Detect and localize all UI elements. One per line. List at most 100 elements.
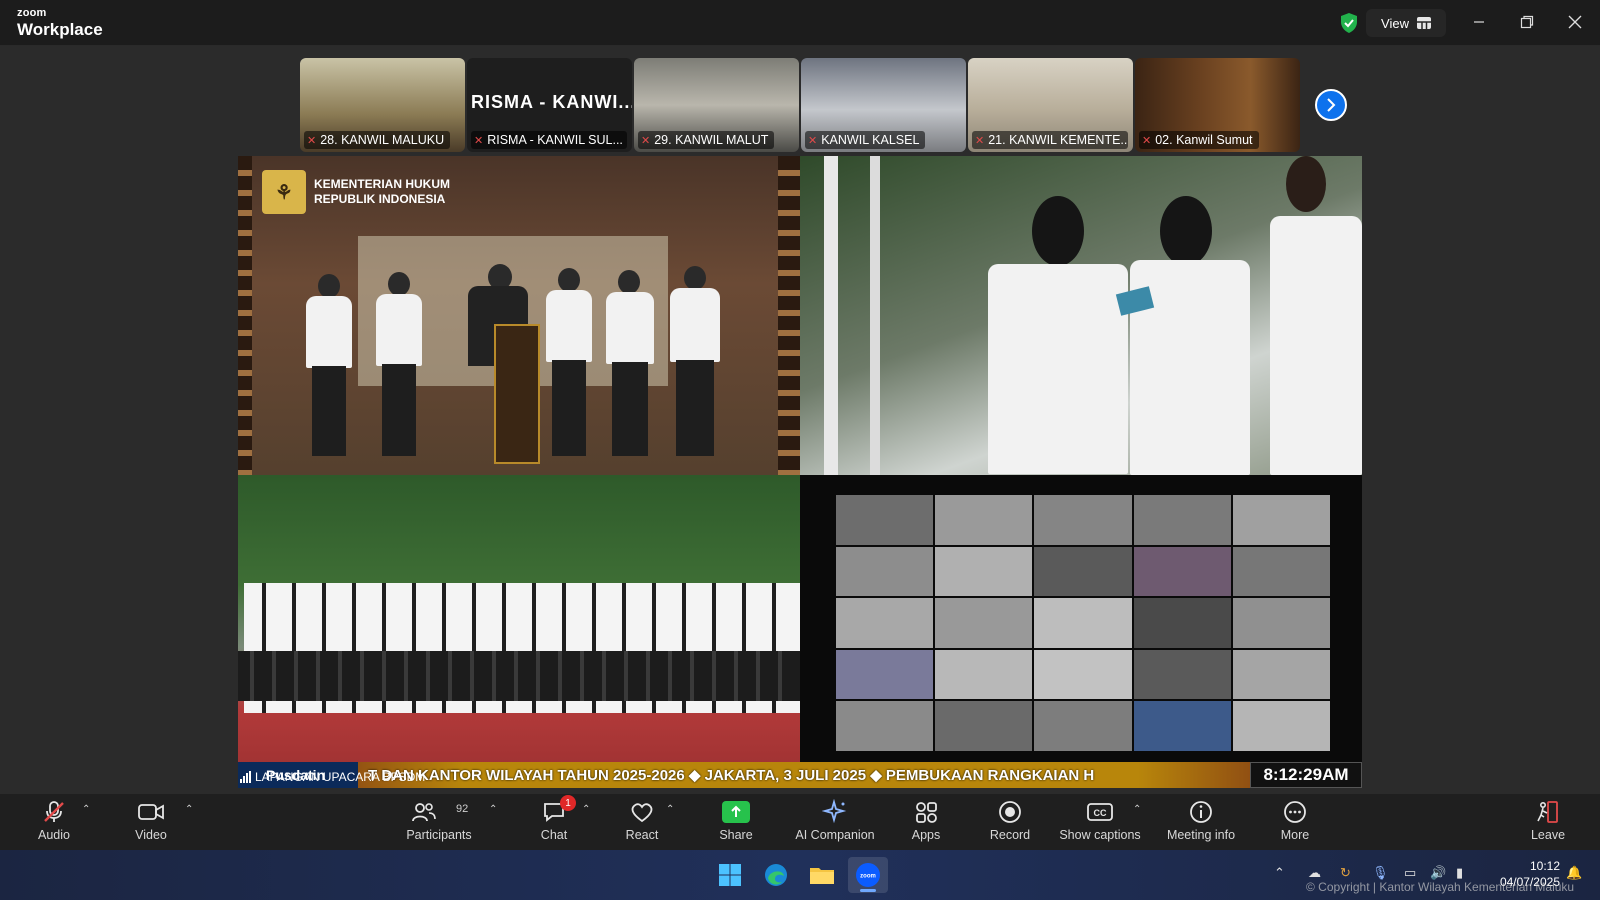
minimize-button[interactable] [1456,0,1502,44]
tray-overflow-chevron-icon[interactable]: ⌃ [1274,865,1285,881]
video-feed-field-assembly [238,475,800,788]
close-button[interactable] [1552,0,1598,44]
apps-button[interactable]: Apps [886,798,966,848]
notification-bell-icon[interactable]: 🔔 [1566,865,1582,881]
more-button[interactable]: More [1255,798,1335,848]
grid-view-icon [1416,17,1431,29]
ai-companion-label: AI Companion [795,828,875,842]
video-feed-regional-gallery [800,475,1362,788]
captions-options-chevron-icon[interactable]: ⌃ [1133,804,1141,815]
windows-start-button[interactable] [710,857,750,893]
ticker-text: T DAN KANTOR WILAYAH TAHUN 2025-2026 ◆ J… [368,767,1095,784]
participant-tile[interactable]: ✕ 29. KANWIL MALUT [634,58,799,152]
zoom-taskbar-button[interactable]: zoom [848,857,888,893]
participants-label: Participants [406,828,472,842]
brand-big: Workplace [17,20,103,39]
video-feed-ceremony-stage: ⚘ KEMENTERIAN HUKUM REPUBLIK INDONESIA [238,156,800,475]
volume-icon[interactable]: 🔊 [1430,865,1446,881]
chat-unread-badge: 1 [560,795,576,811]
audio-options-chevron-icon[interactable]: ⌃ [82,804,90,815]
regional-gallery-grid [836,495,1330,751]
copyright-watermark: © Copyright | Kantor Wilayah Kementerian… [1306,880,1575,894]
heart-icon [631,803,653,823]
svg-text:zoom: zoom [860,874,876,880]
close-icon [1568,15,1582,29]
view-button[interactable]: View [1366,9,1446,37]
more-dots-icon [1284,801,1306,823]
edge-browser-icon [765,864,787,886]
ministry-header: ⚘ KEMENTERIAN HUKUM REPUBLIK INDONESIA [262,170,450,214]
edge-browser-button[interactable] [756,857,796,893]
participants-options-chevron-icon[interactable]: ⌃ [489,804,497,815]
mic-muted-icon: ✕ [641,134,651,147]
meeting-stage: ✕ 28. KANWIL MALUKU RISMA - KANWI... ✕ RIS… [0,46,1600,794]
network-icon[interactable]: ▭ [1404,865,1416,881]
closed-captions-icon: CC [1087,803,1113,821]
participant-tile[interactable]: ✕ 02. Kanwil Sumut [1135,58,1300,152]
battery-icon[interactable]: ▮ [1456,865,1463,881]
participant-label: ✕ KANWIL KALSEL [805,131,926,149]
mic-muted-icon: ✕ [1142,134,1152,147]
mic-muted-icon [44,801,64,822]
app-logo: zoom Workplace [17,8,103,39]
title-bar: zoom Workplace View [0,0,1600,46]
location-label: LAPANGAN UPACARA BPSDM [240,770,425,784]
video-label: Video [135,828,167,842]
record-icon [999,801,1021,823]
chat-options-chevron-icon[interactable]: ⌃ [582,804,590,815]
refresh-icon[interactable]: ↻ [1340,865,1351,881]
participant-tile[interactable]: ✕ 21. KANWIL KEMENTE... [968,58,1133,152]
cloud-sync-icon[interactable]: ☁ [1308,865,1321,881]
meeting-info-label: Meeting info [1166,828,1236,842]
participant-tile[interactable]: ✕ 28. KANWIL MALUKU [300,58,465,152]
video-options-chevron-icon[interactable]: ⌃ [185,804,193,815]
ministry-logo-icon: ⚘ [262,170,306,214]
participant-label: ✕ 28. KANWIL MALUKU [304,131,451,149]
apps-icon [916,802,937,823]
captions-button[interactable]: CC Show captions [1059,798,1141,848]
minimize-icon [1474,21,1484,23]
mic-muted-icon: ✕ [307,134,317,147]
video-button[interactable]: Video [111,798,191,848]
share-screen-button[interactable]: Share [696,798,776,848]
react-label: React [625,828,659,842]
share-label: Share [719,828,753,842]
participant-name: 29. KANWIL MALUT [654,133,769,147]
record-button[interactable]: Record [970,798,1050,848]
location-text: LAPANGAN UPACARA BPSDM [255,770,426,784]
svg-text:CC: CC [1094,808,1107,818]
leave-button[interactable]: Leave [1508,798,1588,848]
restore-icon [1520,15,1534,29]
ministry-line2: REPUBLIK INDONESIA [314,192,446,206]
participant-tile[interactable]: ✕ KANWIL KALSEL [801,58,966,152]
shared-screen: ⚘ KEMENTERIAN HUKUM REPUBLIK INDONESIA P… [238,156,1362,788]
participant-tile[interactable]: RISMA - KANWI... ✕ RISMA - KANWIL SUL... [467,58,632,152]
leave-door-icon [1537,801,1558,823]
zoom-app-icon: zoom [856,863,880,887]
meeting-info-button[interactable]: Meeting info [1161,798,1241,848]
mic-muted-icon: ✕ [808,134,818,147]
participant-name: 21. KANWIL KEMENTE... [988,133,1128,147]
file-explorer-button[interactable] [802,857,842,893]
captions-label: Show captions [1059,828,1141,842]
video-feed-reading-pledge [800,156,1362,475]
chat-label: Chat [540,828,568,842]
ministry-line1: KEMENTERIAN HUKUM [314,177,450,191]
chevron-right-icon [1327,98,1336,112]
folder-icon [810,868,834,884]
audio-label: Audio [38,828,70,842]
ai-companion-button[interactable]: AI Companion [795,798,875,848]
next-page-button[interactable] [1315,89,1347,121]
participant-label: ✕ 21. KANWIL KEMENTE... [972,131,1128,149]
more-label: More [1280,828,1310,842]
restore-button[interactable] [1504,0,1550,44]
apps-label: Apps [911,828,941,842]
shield-check-icon[interactable] [1339,12,1359,34]
view-label: View [1381,15,1409,31]
react-options-chevron-icon[interactable]: ⌃ [666,804,674,815]
participant-name: RISMA - KANWIL SUL... [487,133,623,147]
leave-label: Leave [1530,828,1566,842]
participant-label: ✕ 02. Kanwil Sumut [1139,131,1259,149]
microphone-in-use-icon[interactable]: 🎙 [1372,865,1389,881]
meeting-toolbar: Audio ⌃ Video ⌃ Participants 92 ⌃ 1 Chat… [0,794,1600,850]
